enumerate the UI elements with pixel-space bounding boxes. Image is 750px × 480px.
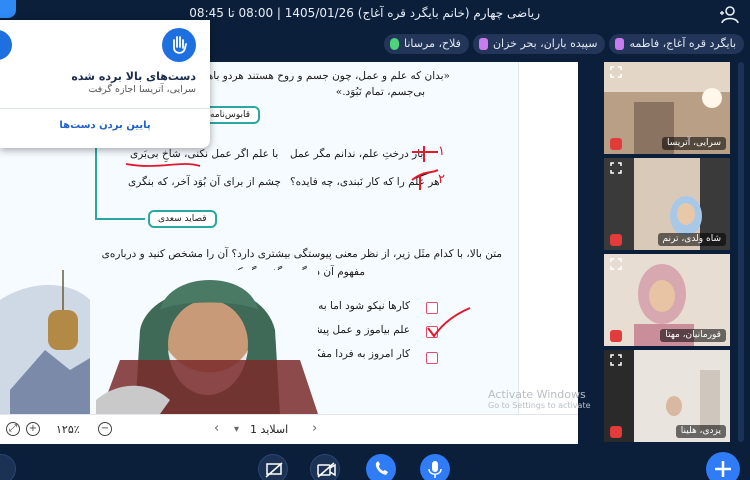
popup-side-icon <box>0 30 12 60</box>
slide-margin <box>518 62 578 414</box>
expand-icon[interactable] <box>610 162 622 174</box>
phone-button[interactable] <box>366 454 396 480</box>
popup-heading: دست‌های بالا برده شده <box>71 70 196 83</box>
screen-share-button[interactable] <box>258 454 288 480</box>
hand-icon <box>615 38 625 50</box>
tag-saadi: قصاید سعدی <box>148 210 217 228</box>
zoom-in-icon[interactable]: + <box>26 422 40 436</box>
zoom-out-icon[interactable]: − <box>98 422 112 436</box>
participant-name: یزدی، هلینا <box>675 425 726 438</box>
zoom-level: ۱۲۵٪ <box>56 423 80 436</box>
sidebar-toggle-button[interactable] <box>0 0 16 18</box>
participant-name: شاه ولدی، ترنم <box>657 233 726 246</box>
participant-tile[interactable]: یزدی، هلینا <box>604 350 730 442</box>
checkmark-annotation <box>427 307 471 338</box>
active-participants-chips: بایگرد قره آغاج، فاطمه سپیده باران، بحر … <box>384 34 744 56</box>
annotation-number-1: ۱ <box>438 144 445 159</box>
hand-raised-badge <box>610 426 622 438</box>
question-line-1: متن بالا، با کدام مثَل زیر، از نظر معنی … <box>101 248 502 260</box>
quote-line-1: «بدان که علم و عمل، چون جسم و روح هستند … <box>197 70 450 82</box>
windows-activation-watermark: Activate Windows Go to Settings to activ… <box>488 388 591 410</box>
lower-hands-button[interactable]: پایین بردن دست‌ها <box>0 120 210 131</box>
participant-name: قورمانیان، مهتا <box>660 329 726 342</box>
prev-slide-icon[interactable]: ‹ <box>214 421 219 436</box>
hand-raised-badge <box>610 138 622 150</box>
quote-line-2: بی‌جسم، تمام نَبُوَد.» <box>335 86 425 98</box>
expand-icon[interactable] <box>610 66 622 78</box>
hand-raised-badge <box>610 330 622 342</box>
hand-icon <box>162 28 196 62</box>
bottom-toolbar <box>0 446 750 480</box>
participant-tile[interactable]: شاه ولدی، ترنم <box>604 158 730 250</box>
chip-participant[interactable]: سپیده باران، بحر خزان <box>472 34 606 54</box>
camera-button[interactable] <box>310 454 340 480</box>
next-slide-icon[interactable]: › <box>312 421 317 436</box>
annotation-number-2: ۲ <box>438 172 445 187</box>
hand-icon <box>478 38 488 50</box>
session-title: ریاضی چهارم (خانم بایگرد قره آغاج) 1405/… <box>189 6 540 20</box>
option-3: کار امروز به فردا مفکن. <box>303 348 410 360</box>
participants-scrollbar[interactable] <box>738 62 744 442</box>
expand-icon[interactable]: ⤢ <box>6 422 20 436</box>
participants-icon[interactable] <box>718 5 740 25</box>
mic-icon <box>390 38 400 50</box>
camera-off-icon <box>317 462 336 478</box>
chip-participant[interactable]: فلاح، مرسانا <box>384 34 469 54</box>
raised-hands-popup: دست‌های بالا برده شده سرایی، آتریسا اجاز… <box>0 20 210 148</box>
popup-subtitle: سرایی، آتریسا اجازه گرفت <box>88 84 196 95</box>
plus-icon <box>715 461 731 477</box>
participant-name: سرایی، آتریسا <box>661 137 726 150</box>
participant-tile[interactable]: قورمانیان، مهتا <box>604 254 730 346</box>
add-button[interactable] <box>706 452 740 480</box>
expand-icon[interactable] <box>610 354 622 366</box>
option-3-checkbox[interactable] <box>426 352 438 364</box>
pen-annotation <box>125 146 439 190</box>
popup-divider <box>0 108 210 109</box>
screen-share-icon <box>265 462 283 478</box>
scholar-illustration <box>0 270 318 414</box>
page-selector[interactable]: اسلاید 1 <box>250 423 288 436</box>
more-options-button[interactable] <box>0 454 16 480</box>
microphone-icon <box>428 461 442 478</box>
slide-footer: ⤢ + ۱۲۵٪ − ‹ ▾ اسلاید 1 › <box>0 414 578 444</box>
participant-tile[interactable]: سرایی، آتریسا <box>604 62 730 154</box>
chip-participant[interactable]: بایگرد قره آغاج، فاطمه <box>609 34 744 54</box>
expand-icon[interactable] <box>610 258 622 270</box>
chevron-down-icon[interactable]: ▾ <box>234 424 239 435</box>
microphone-button[interactable] <box>420 454 450 480</box>
phone-icon <box>375 461 388 475</box>
hand-raised-badge <box>610 234 622 246</box>
